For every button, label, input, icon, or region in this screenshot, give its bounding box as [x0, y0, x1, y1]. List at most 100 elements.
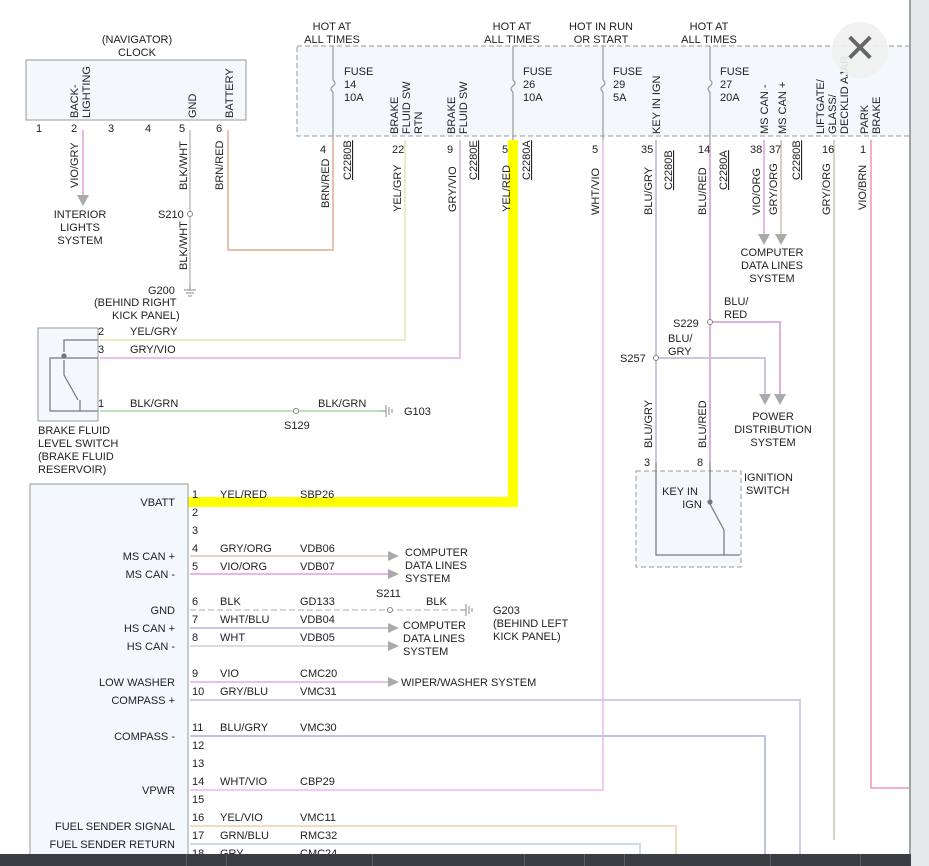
connector-id: C2280B: [791, 140, 803, 180]
table-row: 15: [192, 794, 204, 806]
pin-number: 35: [641, 144, 653, 156]
diagram-text: CMC20: [300, 668, 337, 680]
toolbar-button[interactable]: [186, 854, 227, 866]
diagram-text: 7: [192, 614, 198, 626]
diagram-text: 9: [192, 668, 198, 680]
wire-label: BLK: [426, 596, 447, 608]
ground-label: G203: [493, 605, 520, 617]
pin-name: LIFTGATE/: [815, 78, 827, 134]
fuse-label: FUSE: [523, 66, 552, 78]
wire-label: VIO/ORG: [751, 168, 763, 215]
table-row: 16 YEL/VIO VMC11: [192, 812, 336, 824]
table-row: 8 WHT VDB05: [192, 632, 335, 644]
diagram-text: 3: [192, 525, 198, 537]
pin-name: BACK-: [69, 84, 81, 118]
arrow-icon: [774, 394, 786, 405]
pin-name: FLUID SW: [401, 81, 413, 134]
close-button[interactable]: ✕: [832, 22, 888, 78]
wire-label: VIO/BRN: [857, 165, 869, 210]
hot-label: HOT AT: [493, 21, 532, 33]
diagram-text: VMC31: [300, 686, 337, 698]
pin-name: GLASS/: [827, 93, 839, 134]
ground-label: KICK PANEL): [112, 310, 180, 322]
component-label: SWITCH: [746, 485, 789, 497]
toolbar-button[interactable]: [624, 854, 685, 866]
pin-number: 3: [108, 123, 114, 135]
connector-id: C2280B: [342, 140, 354, 180]
ipc-pin-name: GND: [151, 605, 176, 617]
diagram-text: WHT: [220, 632, 245, 644]
wire-label: GRY: [668, 346, 692, 358]
diagram-text: GD133: [300, 596, 335, 608]
hot-label: HOT AT: [690, 21, 729, 33]
system-label: SYSTEM: [749, 273, 794, 285]
interior-lights-system: INTERIOR LIGHTS SYSTEM: [54, 195, 106, 247]
ground-label: KICK PANEL): [493, 631, 561, 643]
diagram-text: BLU/GRY: [220, 722, 269, 734]
fuse-rating: 5A: [613, 92, 627, 104]
fuse-rating: 10A: [344, 92, 364, 104]
ipc-pin-name: VPWR: [142, 785, 175, 797]
toolbar-button[interactable]: [584, 854, 625, 866]
arrow-icon: [388, 551, 399, 561]
pin-name: PARK: [859, 104, 871, 134]
toolbar-button[interactable]: [770, 854, 821, 866]
diagram-text: GRN/BLU: [220, 830, 269, 842]
table-row: 13: [192, 758, 204, 770]
ipc-pin-name: COMPASS -: [114, 731, 175, 743]
diagram-text: 15: [192, 794, 204, 806]
pin-number: 8: [697, 457, 703, 469]
fuse-label: FUSE: [720, 66, 749, 78]
table-row: 17 GRN/BLU RMC32: [192, 830, 337, 842]
toolbar-button[interactable]: [860, 854, 901, 866]
fuse-rating: 10A: [523, 92, 543, 104]
wire-label: BLU/GRY: [643, 166, 655, 215]
table-row: 7 WHT/BLU VDB04: [192, 614, 335, 626]
wire-label: YEL/GRY: [392, 164, 404, 212]
wire-label: BLK/WHT: [178, 221, 190, 270]
window-scrollbar[interactable]: [909, 0, 929, 866]
pin-name: GND: [187, 94, 199, 119]
wire-label: BLK/GRN: [130, 398, 178, 410]
toolbar-button[interactable]: [226, 854, 287, 866]
pin-number: 37: [769, 144, 781, 156]
toolbar-button[interactable]: [372, 854, 423, 866]
system-label: DATA LINES: [741, 260, 803, 272]
ipc-pin-rows: 1 YEL/RED SBP26 2 3 4 GRY/ORG VDB06 5 VIO/ORG…: [192, 489, 337, 860]
clock-pins: 1 2 3 4 5 6: [36, 123, 222, 135]
wire-label: BLK/WHT: [178, 141, 190, 190]
connector-id: C2280B: [663, 150, 675, 190]
ipc-pin-name: FUEL SENDER RETURN: [50, 839, 176, 851]
wire-brn-red: [227, 130, 334, 251]
ground-label: (BEHIND RIGHT: [94, 297, 177, 309]
diagram-text: VMC11: [300, 812, 336, 824]
diagram-text: VDB04: [300, 614, 335, 626]
splice-label: S129: [284, 420, 310, 432]
pin-name: FLUID SW: [458, 81, 470, 134]
ipc-pin-name: VBATT: [140, 497, 175, 509]
wire-label: GRY/VIO: [130, 344, 176, 356]
diagram-text: 4: [192, 543, 198, 555]
wire-label: BLK/GRN: [318, 398, 366, 410]
toolbar-button[interactable]: [524, 854, 585, 866]
diagram-text: VDB07: [300, 561, 335, 573]
clock-title: (NAVIGATOR): [102, 34, 172, 46]
system-label: SYSTEM: [403, 646, 448, 658]
wire-label: GRY/ORG: [768, 163, 780, 215]
connector-id: C2280A: [718, 150, 730, 190]
hot-label: HOT AT: [313, 21, 352, 33]
table-row: 14 WHT/VIO CBP29: [192, 776, 335, 788]
ipc-pin-name: HS CAN +: [124, 623, 175, 635]
diagram-text: WHT/VIO: [220, 776, 267, 788]
system-label: SYSTEM: [57, 235, 102, 247]
pin-name: BRAKE: [389, 97, 401, 134]
pin-name: MS CAN +: [777, 82, 789, 134]
pin-number: 3: [644, 457, 650, 469]
ground-icon: [460, 604, 473, 616]
arrow-icon: [388, 677, 399, 687]
navigator-clock: (NAVIGATOR) CLOCK BACK- LIGHTING GND BAT…: [25, 34, 247, 135]
pin-name: BRAKE: [871, 97, 883, 134]
pin-name: BATTERY: [224, 68, 236, 118]
pin-number: 1: [36, 123, 42, 135]
pin-number: 9: [447, 144, 453, 156]
